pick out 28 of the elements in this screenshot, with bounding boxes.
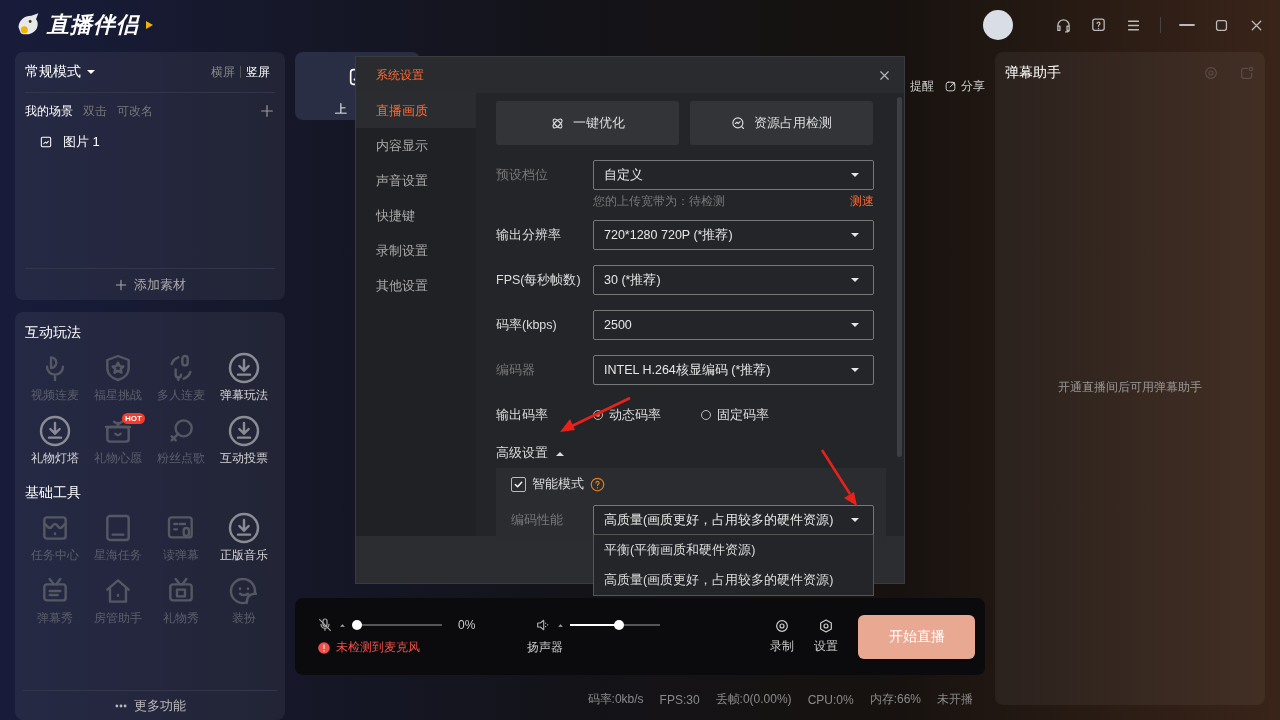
bandwidth-hint: 您的上传宽带为：待检测 [593, 193, 725, 210]
scene-hint: 双击 [83, 102, 107, 120]
scene-hint: 可改名 [117, 102, 153, 120]
hot-badge: HOT [122, 413, 145, 424]
field-label: 编码器 [496, 361, 536, 379]
field-label: 输出码率 [496, 406, 549, 424]
status-text: CPU:0% [807, 692, 854, 707]
app-logo: 直播伴侣 [47, 11, 139, 39]
status-text: 内存:66% [869, 691, 921, 708]
panel-title: 弹幕助手 [1005, 64, 1061, 82]
status-text: 丢帧:0(0.00%) [715, 691, 792, 708]
status-text: 码率:0kb/s [587, 691, 644, 708]
section-title: 基础工具 [24, 483, 82, 502]
status-text: FPS:30 [659, 692, 700, 707]
status-text: 未开播 [937, 691, 973, 708]
checkbox-label: 智能模式 [532, 476, 584, 493]
empty-message: 开通直播间后可用弹幕助手 [1058, 379, 1202, 396]
field-label: 预设档位 [496, 166, 549, 184]
field-label: FPS(每秒帧数) [496, 271, 582, 289]
mic-warning: 未检测到麦克风 [317, 639, 476, 656]
scenes-title: 我的场景 [25, 102, 73, 120]
dialog-title: 系统设置 [376, 66, 424, 84]
volume-reading: 0% [458, 618, 476, 632]
section-title: 互动玩法 [24, 323, 82, 342]
speaker-label: 扬声器 [527, 639, 565, 656]
field-label: 输出分辨率 [496, 226, 562, 244]
field-label: 编码性能 [511, 511, 564, 529]
field-label: 码率(kbps) [496, 316, 558, 334]
